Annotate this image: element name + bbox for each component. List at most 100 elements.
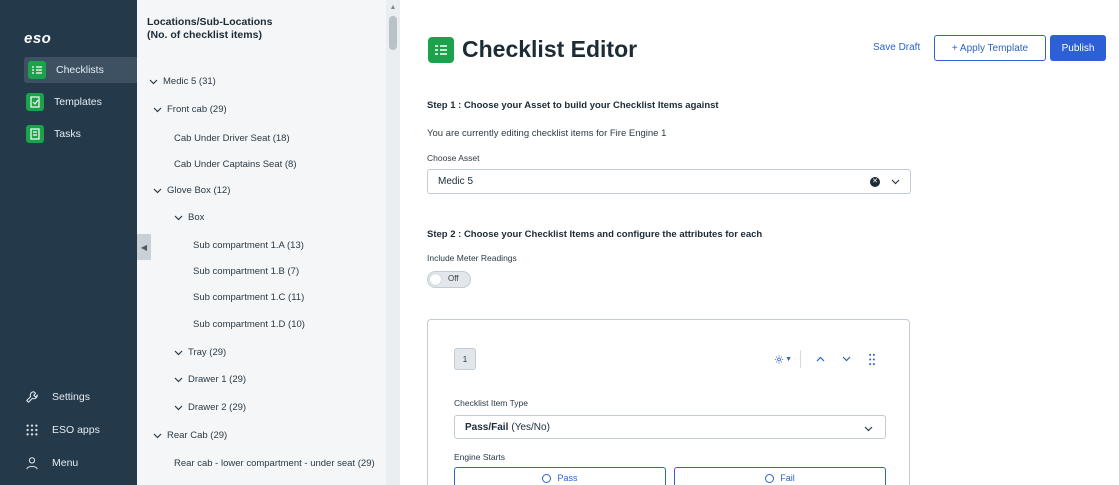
asset-select[interactable]: Medic 5 ✕ [427,169,911,194]
tree-item[interactable]: Drawer 1 (29) [172,374,246,385]
location-tree: Locations/Sub-Locations (No. of checklis… [137,0,400,485]
chevron-down-icon[interactable] [172,403,184,413]
tree-item[interactable]: Glove Box (12) [151,185,230,196]
tree-item[interactable]: Box [172,212,204,223]
pass-option[interactable]: Pass [454,467,666,485]
tree-item-label: Sub compartment 1.A (13) [193,240,304,251]
chevron-left-icon: ◀ [140,242,148,252]
checklist-icon [28,61,46,79]
clear-icon[interactable]: ✕ [870,177,880,187]
tree-item[interactable]: Sub compartment 1.C (11) [193,292,304,303]
chevron-down-icon[interactable] [151,105,163,115]
tree-item-label: Sub compartment 1.C (11) [193,292,305,303]
drag-handle-icon[interactable] [863,350,881,368]
chevron-down-icon[interactable] [151,431,163,441]
tree-item[interactable]: Sub compartment 1.A (13) [193,240,304,251]
tree-scrollbar[interactable] [386,0,400,485]
nav-menu[interactable]: Menu [24,455,78,471]
step1-heading: Step 1 : Choose your Asset to build your… [427,100,719,111]
chevron-down-icon[interactable] [891,177,900,186]
card-toolbar: ▼ [774,350,889,368]
tree-item-label: Rear cab - lower compartment - under sea… [174,458,375,469]
chevron-down-icon[interactable] [151,186,163,196]
nav-item-tasks[interactable]: Tasks [22,121,137,147]
tree-item[interactable]: Rear cab - lower compartment - under sea… [174,458,375,469]
tree-item[interactable]: Sub compartment 1.D (10) [193,319,305,330]
meter-readings-label: Include Meter Readings [427,253,517,263]
nav-item-checklists[interactable]: Checklists [24,57,137,83]
template-icon [26,93,44,111]
divider [800,350,801,368]
radio-icon [765,473,775,483]
tree-item[interactable]: Medic 5 (31) [147,76,216,87]
tree-item-label: Cab Under Captains Seat (8) [174,159,297,170]
toggle-text: Off [448,274,459,283]
asset-select-value: Medic 5 [438,176,474,187]
nav-item-label: Tasks [54,128,81,140]
tree-scrollbar-thumb[interactable] [389,16,397,50]
fail-label: Fail [780,473,795,483]
apply-template-button[interactable]: + Apply Template [934,35,1046,61]
save-draft-button[interactable]: Save Draft [873,42,920,53]
tree-item[interactable]: Tray (29) [172,347,226,358]
checklist-icon [428,36,454,63]
tree-item-label: Glove Box (12) [167,185,231,196]
scroll-up-icon[interactable]: ▲ [389,4,397,12]
step2-heading: Step 2 : Choose your Checklist Items and… [427,229,763,240]
tree-item-label: Cab Under Driver Seat (18) [174,133,290,144]
tree-item-label: Tray (29) [188,347,227,358]
chevron-down-icon[interactable] [172,348,184,358]
tree-item[interactable]: Sub compartment 1.B (7) [193,266,299,277]
user-icon [24,455,40,471]
chevron-down-icon[interactable] [172,375,184,385]
grid-icon [24,422,40,438]
item-number-badge: 1 [454,348,476,370]
item-type-select[interactable]: Pass/Fail (Yes/No) [454,415,886,439]
nav-settings[interactable]: Settings [24,389,90,405]
left-nav: eso Checklists Templates Tasks Settings … [0,0,137,485]
tree-item[interactable]: Front cab (29) [151,104,227,115]
tree-title-line2: (No. of checklist items) [147,29,262,41]
chevron-down-icon[interactable] [837,350,855,368]
nav-item-label: Templates [54,96,102,108]
nav-eso-apps-label: ESO apps [52,424,100,436]
meter-readings-toggle[interactable]: Off [427,271,471,288]
chevron-down-icon [864,424,873,435]
task-icon [26,125,44,143]
tree-item[interactable]: Rear Cab (29) [151,430,227,441]
tree-item-label: Drawer 2 (29) [188,402,247,413]
item-name-label: Engine Starts [454,452,506,462]
tree-item[interactable]: Cab Under Captains Seat (8) [174,159,297,170]
wrench-icon [24,389,40,405]
page-title: Checklist Editor [462,36,638,62]
nav-item-templates[interactable]: Templates [22,89,137,115]
tree-item-label: Drawer 1 (29) [188,374,247,385]
item-type-value-bold: Pass/Fail [465,421,509,433]
chevron-up-icon[interactable] [811,350,829,368]
tree-title-line1: Locations/Sub-Locations [147,16,273,28]
nav-eso-apps[interactable]: ESO apps [24,422,100,438]
publish-button[interactable]: Publish [1050,35,1106,61]
tree-item[interactable]: Drawer 2 (29) [172,402,246,413]
tree-item[interactable]: Cab Under Driver Seat (18) [174,133,290,144]
caret-down-icon: ▼ [785,355,792,363]
page-header: Checklist Editor [428,36,637,63]
chevron-down-icon[interactable] [147,77,159,87]
toggle-knob [430,274,441,285]
radio-icon [542,473,552,483]
fail-option[interactable]: Fail [674,467,886,485]
item-type-value-rest: (Yes/No) [511,421,550,433]
nav-settings-label: Settings [52,391,90,403]
chevron-down-icon[interactable] [172,213,184,223]
tree-item-label: Box [188,212,205,223]
pass-label: Pass [557,473,578,483]
gear-icon[interactable]: ▼ [774,350,792,368]
tree-item-label: Sub compartment 1.B (7) [193,266,300,277]
tree-item-label: Front cab (29) [167,104,227,115]
eso-logo[interactable]: eso [24,30,51,47]
main-content: Checklist Editor Save Draft + Apply Temp… [400,0,1119,485]
item-type-label: Checklist Item Type [454,398,529,408]
collapse-panel-button[interactable]: ◀ [137,234,151,260]
nav-menu-label: Menu [52,457,79,469]
editing-text: You are currently editing checklist item… [427,128,667,139]
